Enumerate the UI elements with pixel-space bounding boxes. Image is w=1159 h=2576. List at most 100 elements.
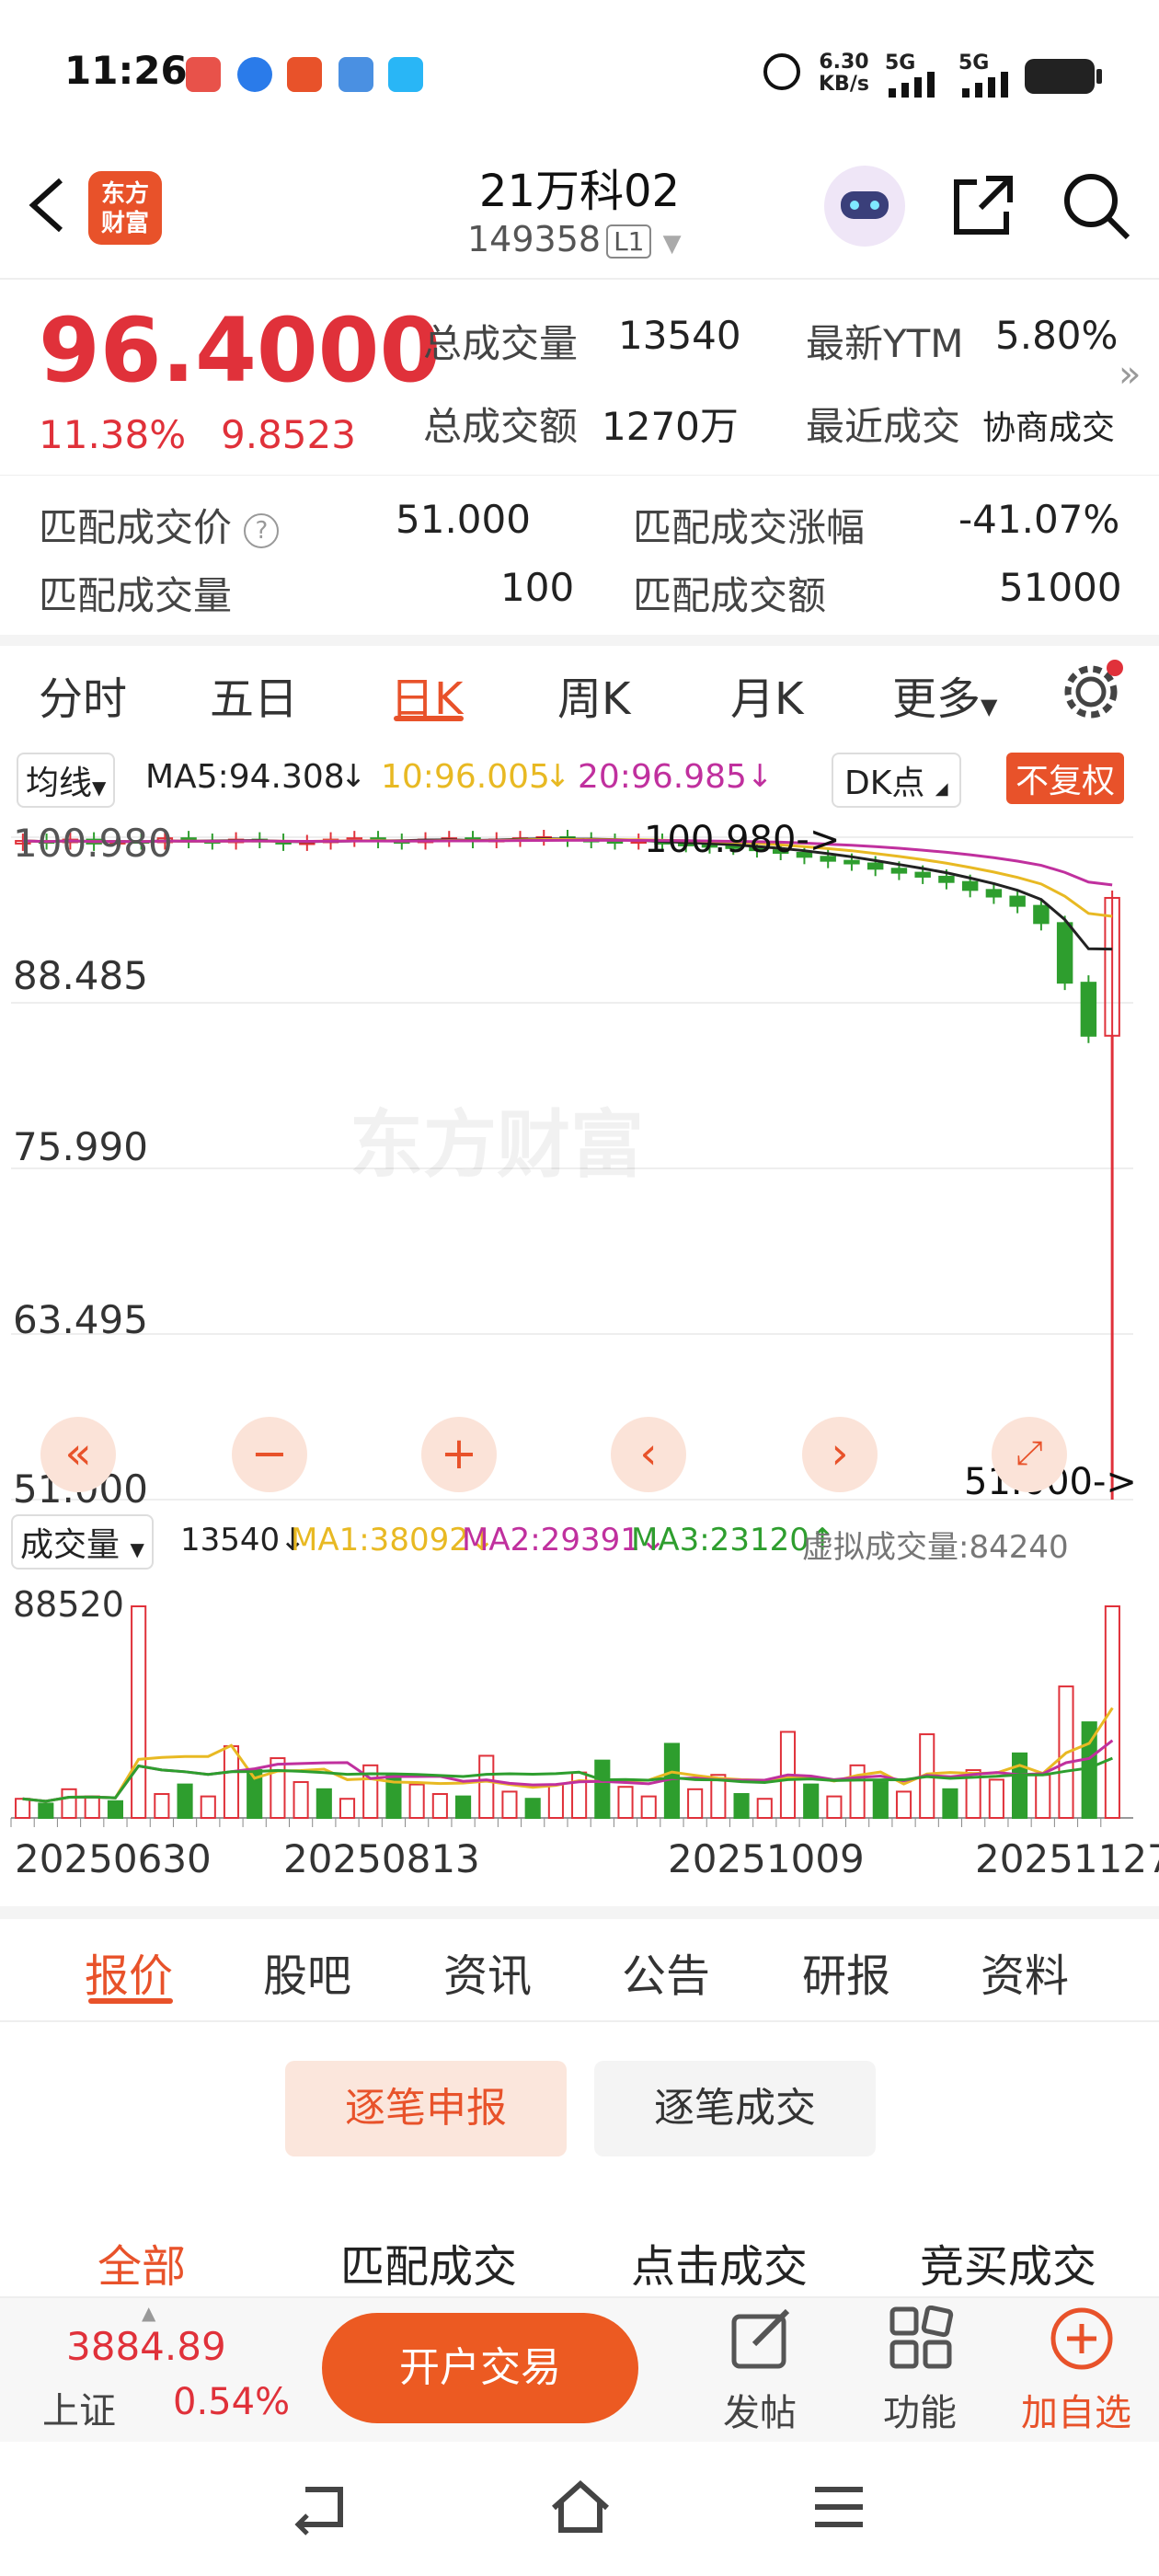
filter-click[interactable]: 点击成交 xyxy=(631,2230,808,2294)
search-icon[interactable] xyxy=(1061,171,1131,245)
tab-intraday[interactable]: 分时 xyxy=(39,662,127,727)
tab-five-day[interactable]: 五日 xyxy=(210,662,298,727)
ma-selector[interactable]: 均线▼ xyxy=(17,753,116,808)
total-volume-value: 13540 xyxy=(618,313,741,358)
zoom-in-button[interactable]: + xyxy=(421,1417,497,1492)
gear-icon[interactable] xyxy=(1060,659,1124,727)
caret-down-icon: ▼ xyxy=(981,694,998,719)
volume-bar xyxy=(107,1800,123,1820)
volume-bar xyxy=(756,1798,773,1819)
watermark: 东方财富 xyxy=(350,1102,644,1188)
tab-research[interactable]: 研报 xyxy=(802,1939,890,2004)
tab-profile[interactable]: 资料 xyxy=(981,1939,1069,2004)
candle xyxy=(914,871,931,878)
tab-quote[interactable]: 报价 xyxy=(85,1939,173,2004)
tab-news[interactable]: 资讯 xyxy=(443,1939,532,2004)
volume-bar xyxy=(547,1783,564,1819)
ytm-value: 5.80% xyxy=(995,313,1119,358)
match-volume-label: 匹配成交量 xyxy=(39,573,233,618)
caret-down-icon: ▼ xyxy=(130,1538,144,1560)
add-circle-icon[interactable] xyxy=(1049,2306,1115,2375)
candle xyxy=(843,859,860,865)
adjust-button[interactable]: 不复权 xyxy=(1006,753,1125,804)
tab-more[interactable]: 更多▼ xyxy=(892,662,997,727)
scroll-far-left-button[interactable]: « xyxy=(40,1417,116,1492)
share-icon[interactable] xyxy=(949,171,1017,243)
open-account-trade-button[interactable]: 开户交易 xyxy=(322,2313,638,2423)
nav-home-icon[interactable] xyxy=(548,2478,613,2539)
post-label[interactable]: 发帖 xyxy=(723,2383,797,2436)
volume-bar xyxy=(431,1793,448,1819)
index-value[interactable]: 3884.89 xyxy=(66,2324,226,2369)
nav-menu-icon[interactable] xyxy=(811,2484,866,2534)
grid-icon[interactable] xyxy=(889,2305,955,2375)
section-gap-2 xyxy=(0,1906,1159,1919)
battery-tip xyxy=(1096,69,1102,84)
volume-chart[interactable] xyxy=(0,1570,1159,1846)
index-change[interactable]: 0.54% xyxy=(173,2381,290,2423)
features-label[interactable]: 功能 xyxy=(883,2383,957,2436)
volume-bar xyxy=(1012,1752,1028,1819)
add-watchlist-label[interactable]: 加自选 xyxy=(1021,2383,1131,2436)
tab-announcements[interactable]: 公告 xyxy=(622,1939,710,2004)
edit-icon[interactable] xyxy=(730,2307,795,2375)
volume-bar xyxy=(15,1798,31,1819)
fullscreen-button[interactable]: ⤢ xyxy=(992,1417,1067,1492)
x-tick-0: 20250630 xyxy=(15,1836,212,1881)
match-price-value: 51.000 xyxy=(396,497,531,542)
total-amount-value: 1270万 xyxy=(602,404,739,449)
help-icon[interactable]: ? xyxy=(244,512,280,548)
volume-selector[interactable]: 成交量 ▼ xyxy=(11,1514,154,1570)
match-change-label: 匹配成交涨幅 xyxy=(633,505,866,550)
volume-bar xyxy=(872,1781,889,1819)
volume-bar xyxy=(849,1764,866,1820)
ai-assistant-avatar[interactable] xyxy=(824,166,905,247)
volume-bar xyxy=(733,1793,750,1819)
section-tab-indicator xyxy=(88,1998,173,2004)
volume-bar xyxy=(988,1778,1004,1819)
tick-trades-button[interactable]: 逐笔成交 xyxy=(594,2061,876,2156)
volume-bar xyxy=(594,1759,611,1819)
match-price-label: 匹配成交价 ? xyxy=(39,497,280,553)
filter-all[interactable]: 全部 xyxy=(98,2230,186,2294)
y-tick-0: 100.980 xyxy=(13,821,173,866)
match-volume-value: 100 xyxy=(500,565,575,610)
tick-orders-button[interactable]: 逐笔申报 xyxy=(285,2061,567,2156)
tab-monthly-k[interactable]: 月K xyxy=(730,662,803,727)
candle xyxy=(1033,904,1050,925)
ma10-trend-icon: ↓ xyxy=(545,758,571,795)
filter-bid[interactable]: 竞买成交 xyxy=(920,2230,1096,2294)
dk-point-button[interactable]: DK点 ◢ xyxy=(832,753,961,808)
candle xyxy=(985,889,1003,898)
scroll-right-button[interactable]: › xyxy=(802,1417,878,1492)
ma5-value: MA5:94.308 xyxy=(145,758,345,796)
candle xyxy=(1056,922,1073,984)
candle xyxy=(866,862,884,870)
volume-bar xyxy=(293,1781,309,1819)
section-tabs-divider xyxy=(0,2020,1159,2022)
volume-bar xyxy=(61,1788,77,1819)
index-name[interactable]: 上证 xyxy=(42,2381,116,2434)
net-speed: 6.30 KB/s xyxy=(819,51,869,96)
volume-bar xyxy=(895,1790,912,1819)
security-code[interactable]: 149358 L1 ▼ xyxy=(467,219,682,259)
x-tick-3: 20251127 xyxy=(975,1836,1159,1881)
nav-back-icon[interactable] xyxy=(291,2480,351,2539)
expand-chevron-icon[interactable]: » xyxy=(1119,353,1141,396)
zoom-out-button[interactable]: − xyxy=(232,1417,307,1492)
candle xyxy=(890,868,908,874)
volume-bar xyxy=(84,1795,100,1819)
ma5-trend-icon: ↓ xyxy=(340,758,367,795)
ma20-trend-icon: ↓ xyxy=(747,758,774,795)
recent-trade-label: 最近成交 xyxy=(806,404,961,449)
scroll-left-button[interactable]: ‹ xyxy=(611,1417,686,1492)
ma10-value: 10:96.005 xyxy=(381,758,550,796)
header-divider xyxy=(0,278,1159,280)
high-price-marker: 100.980-> xyxy=(644,819,841,861)
tab-forum[interactable]: 股吧 xyxy=(263,1939,351,2004)
volume-bar xyxy=(687,1788,704,1819)
ytm-label: 最新YTM xyxy=(806,321,964,366)
filter-match[interactable]: 匹配成交 xyxy=(340,2230,517,2294)
chat-app-icon xyxy=(388,57,423,92)
tab-weekly-k[interactable]: 周K xyxy=(557,662,630,727)
